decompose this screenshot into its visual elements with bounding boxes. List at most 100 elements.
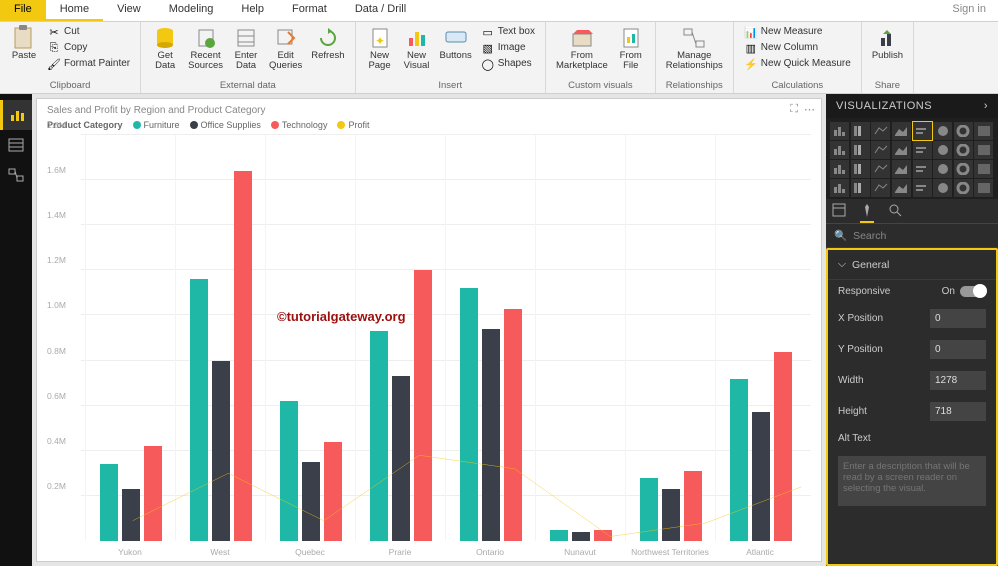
viz-type-4[interactable] bbox=[913, 122, 932, 140]
manage-relationships-button[interactable]: Manage Relationships bbox=[662, 24, 727, 80]
bar-Yukon-Office Supplies[interactable] bbox=[122, 489, 140, 541]
viz-type-30[interactable] bbox=[954, 179, 973, 197]
data-view-button[interactable] bbox=[0, 130, 32, 160]
tab-view[interactable]: View bbox=[103, 0, 155, 21]
new-measure-button[interactable]: 📊New Measure bbox=[740, 24, 855, 40]
panel-header[interactable]: VISUALIZATIONS› bbox=[826, 94, 998, 118]
responsive-toggle[interactable]: On bbox=[942, 286, 986, 297]
viz-type-19[interactable] bbox=[892, 160, 911, 178]
bar-Quebec-Furniture[interactable] bbox=[280, 401, 298, 541]
bar-Quebec-Technology[interactable] bbox=[324, 442, 342, 541]
tab-modeling[interactable]: Modeling bbox=[155, 0, 228, 21]
analytics-tab[interactable] bbox=[888, 203, 902, 223]
bar-Prarie-Technology[interactable] bbox=[414, 270, 432, 541]
report-view-button[interactable] bbox=[0, 100, 32, 130]
new-visual-button[interactable]: New Visual bbox=[399, 24, 435, 80]
viz-type-25[interactable] bbox=[851, 179, 870, 197]
viz-type-31[interactable] bbox=[974, 179, 993, 197]
tab-help[interactable]: Help bbox=[227, 0, 278, 21]
get-data-button[interactable]: Get Data bbox=[147, 24, 183, 80]
bar-Prarie-Office Supplies[interactable] bbox=[392, 376, 410, 541]
bar-Ontario-Office Supplies[interactable] bbox=[482, 329, 500, 541]
bar-Nunavut-Technology[interactable] bbox=[594, 530, 612, 541]
bar-Atlantic-Office Supplies[interactable] bbox=[752, 412, 770, 541]
refresh-button[interactable]: Refresh bbox=[307, 24, 348, 80]
viz-type-10[interactable] bbox=[871, 141, 890, 159]
viz-type-12[interactable] bbox=[913, 141, 932, 159]
textbox-button[interactable]: ▭Text box bbox=[477, 24, 539, 40]
from-file-button[interactable]: From File bbox=[613, 24, 649, 80]
viz-type-16[interactable] bbox=[830, 160, 849, 178]
bar-West-Technology[interactable] bbox=[234, 171, 252, 541]
viz-type-0[interactable] bbox=[830, 122, 849, 140]
paste-button[interactable]: Paste bbox=[6, 24, 42, 80]
x-input[interactable] bbox=[930, 309, 986, 328]
edit-queries-button[interactable]: Edit Queries bbox=[265, 24, 306, 80]
tab-datadrill[interactable]: Data / Drill bbox=[341, 0, 420, 21]
viz-type-15[interactable] bbox=[974, 141, 993, 159]
bar-Quebec-Office Supplies[interactable] bbox=[302, 462, 320, 541]
bar-Northwest Territories-Furniture[interactable] bbox=[640, 478, 658, 541]
viz-type-13[interactable] bbox=[933, 141, 952, 159]
bar-Atlantic-Technology[interactable] bbox=[774, 352, 792, 541]
shapes-button[interactable]: ◯Shapes bbox=[477, 56, 539, 72]
buttons-button[interactable]: Buttons bbox=[436, 24, 476, 80]
recent-sources-button[interactable]: Recent Sources bbox=[184, 24, 227, 80]
viz-type-23[interactable] bbox=[974, 160, 993, 178]
from-marketplace-button[interactable]: From Marketplace bbox=[552, 24, 612, 80]
more-icon[interactable]: ⋯ bbox=[804, 103, 815, 116]
report-canvas[interactable]: ⛶ ⋯ Sales and Profit by Region and Produ… bbox=[32, 94, 826, 566]
viz-type-29[interactable] bbox=[933, 179, 952, 197]
viz-type-26[interactable] bbox=[871, 179, 890, 197]
viz-type-5[interactable] bbox=[933, 122, 952, 140]
new-column-button[interactable]: ▥New Column bbox=[740, 40, 855, 56]
copy-button[interactable]: ⎘Copy bbox=[43, 40, 134, 56]
bar-Northwest Territories-Office Supplies[interactable] bbox=[662, 489, 680, 541]
enter-data-button[interactable]: Enter Data bbox=[228, 24, 264, 80]
general-header[interactable]: ⌵General bbox=[828, 250, 996, 280]
bar-Yukon-Furniture[interactable] bbox=[100, 464, 118, 541]
format-painter-button[interactable]: 🖌Format Painter bbox=[43, 56, 134, 72]
bar-Ontario-Furniture[interactable] bbox=[460, 288, 478, 541]
viz-type-6[interactable] bbox=[954, 122, 973, 140]
bar-West-Furniture[interactable] bbox=[190, 279, 208, 541]
viz-type-2[interactable] bbox=[871, 122, 890, 140]
cut-button[interactable]: ✂Cut bbox=[43, 24, 134, 40]
viz-type-22[interactable] bbox=[954, 160, 973, 178]
chart-visual[interactable]: ⛶ ⋯ Sales and Profit by Region and Produ… bbox=[36, 98, 822, 562]
format-tab[interactable] bbox=[860, 203, 874, 223]
tab-format[interactable]: Format bbox=[278, 0, 341, 21]
width-input[interactable] bbox=[930, 371, 986, 390]
viz-type-14[interactable] bbox=[954, 141, 973, 159]
bar-Prarie-Furniture[interactable] bbox=[370, 331, 388, 541]
viz-type-11[interactable] bbox=[892, 141, 911, 159]
image-button[interactable]: ▧Image bbox=[477, 40, 539, 56]
bar-Atlantic-Furniture[interactable] bbox=[730, 379, 748, 541]
tab-file[interactable]: File bbox=[0, 0, 46, 21]
height-input[interactable] bbox=[930, 402, 986, 421]
viz-type-28[interactable] bbox=[913, 179, 932, 197]
viz-type-27[interactable] bbox=[892, 179, 911, 197]
publish-button[interactable]: Publish bbox=[868, 24, 907, 80]
viz-type-3[interactable] bbox=[892, 122, 911, 140]
bar-Yukon-Technology[interactable] bbox=[144, 446, 162, 541]
viz-type-8[interactable] bbox=[830, 141, 849, 159]
new-page-button[interactable]: ✦New Page bbox=[362, 24, 398, 80]
bar-Ontario-Technology[interactable] bbox=[504, 309, 522, 541]
viz-type-17[interactable] bbox=[851, 160, 870, 178]
fields-tab[interactable] bbox=[832, 203, 846, 223]
viz-type-1[interactable] bbox=[851, 122, 870, 140]
viz-type-20[interactable] bbox=[913, 160, 932, 178]
new-quick-measure-button[interactable]: ⚡New Quick Measure bbox=[740, 56, 855, 72]
viz-type-9[interactable] bbox=[851, 141, 870, 159]
viz-type-7[interactable] bbox=[974, 122, 993, 140]
y-input[interactable] bbox=[930, 340, 986, 359]
viz-type-24[interactable] bbox=[830, 179, 849, 197]
model-view-button[interactable] bbox=[0, 160, 32, 190]
viz-type-18[interactable] bbox=[871, 160, 890, 178]
bar-Nunavut-Office Supplies[interactable] bbox=[572, 532, 590, 541]
signin-link[interactable]: Sign in bbox=[940, 0, 998, 21]
bar-West-Office Supplies[interactable] bbox=[212, 361, 230, 541]
viz-type-21[interactable] bbox=[933, 160, 952, 178]
bar-Nunavut-Furniture[interactable] bbox=[550, 530, 568, 541]
